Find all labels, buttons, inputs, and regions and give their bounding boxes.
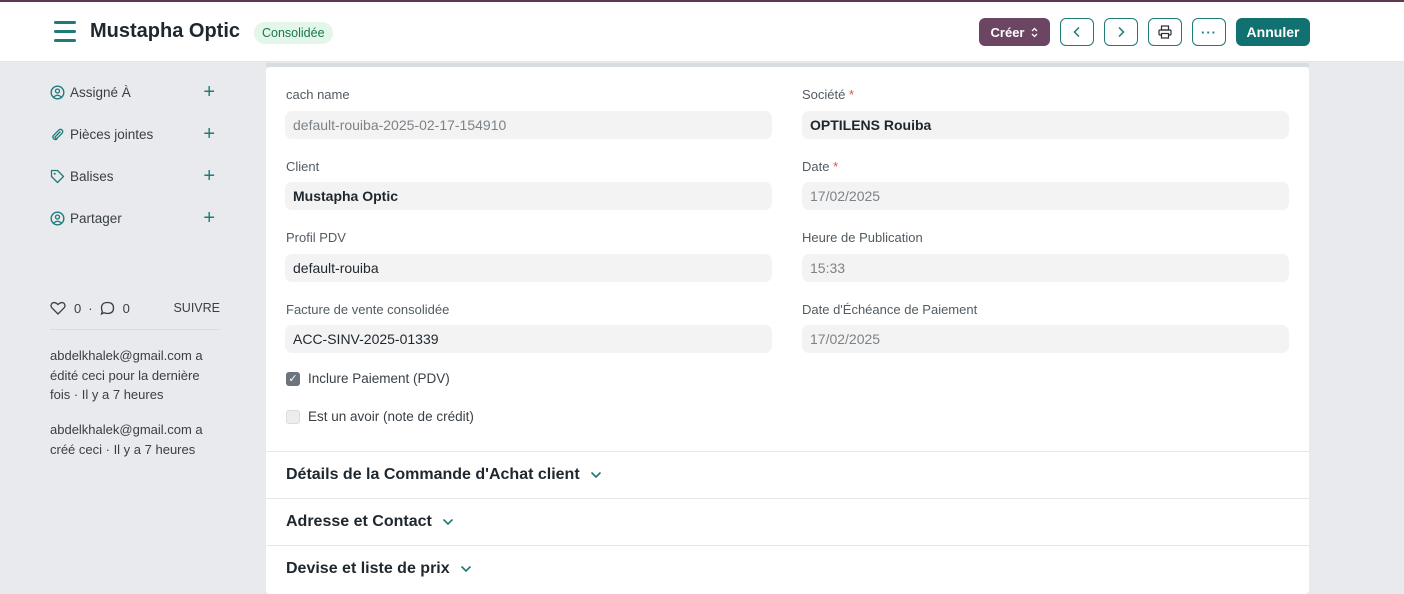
profil-pdv-label: Profil PDV — [286, 230, 346, 245]
status-badge: Consolidée — [254, 22, 333, 44]
menu-icon[interactable] — [54, 21, 76, 43]
section-adresse-contact[interactable]: Adresse et Contact — [266, 498, 1309, 545]
more-options-button[interactable]: ··· — [1192, 18, 1226, 46]
section-commande-achat[interactable]: Détails de la Commande d'Achat client — [266, 451, 1309, 498]
section-title: Détails de la Commande d'Achat client — [286, 466, 580, 483]
comments-count: 0 — [122, 300, 130, 316]
section-title: Adresse et Contact — [286, 513, 432, 530]
date-label: Date * — [802, 159, 838, 174]
facture-consolidee-field[interactable]: ACC-SINV-2025-01339 — [285, 325, 772, 353]
add-share-icon[interactable]: + — [203, 208, 215, 228]
activity-item: abdelkhalek@gmail.com a édité ceci pour … — [50, 348, 203, 402]
chevron-down-icon — [460, 565, 472, 573]
add-attachment-icon[interactable]: + — [203, 124, 215, 144]
chevron-down-icon — [590, 471, 602, 479]
updown-icon — [1031, 27, 1038, 38]
share-icon — [50, 210, 65, 226]
client-label: Client — [286, 159, 320, 174]
societe-label: Société * — [802, 87, 854, 102]
sidebar-item-attachments[interactable]: Pièces jointes + — [50, 124, 220, 144]
likes-comments-row: 0 · 0 SUIVRE — [50, 298, 220, 318]
sidebar-divider — [50, 329, 220, 330]
add-assign-icon[interactable]: + — [203, 82, 215, 102]
required-marker: * — [833, 159, 839, 174]
paperclip-icon — [50, 127, 65, 142]
checkbox-checked-icon[interactable]: ✓ — [286, 371, 300, 386]
cancel-button[interactable]: Annuler — [1236, 18, 1310, 46]
facture-consolidee-label: Facture de vente consolidée — [286, 302, 450, 317]
sidebar-item-label: Pièces jointes — [70, 126, 154, 142]
assign-icon — [50, 84, 65, 100]
est-avoir-row[interactable]: Est un avoir (note de crédit) — [286, 409, 474, 424]
likes-count: 0 — [74, 300, 82, 316]
sidebar-item-label: Partager — [70, 210, 122, 226]
chevron-left-icon — [1073, 26, 1080, 38]
cach-name-label: cach name — [286, 87, 350, 102]
checkbox-unchecked-icon[interactable] — [286, 409, 300, 424]
profil-pdv-field[interactable]: default-rouiba — [285, 254, 772, 282]
chevron-down-icon — [442, 518, 454, 526]
add-tag-icon[interactable]: + — [203, 166, 215, 186]
sidebar-item-assign[interactable]: Assigné À + — [50, 82, 220, 102]
follow-button[interactable]: SUIVRE — [173, 301, 220, 315]
sidebar-item-share[interactable]: Partager + — [50, 208, 220, 228]
sidebar: Assigné À + Pièces jointes + Balises + P… — [0, 63, 250, 594]
page-header: Mustapha Optic Consolidée Créer ··· Annu… — [0, 2, 1404, 62]
client-field[interactable]: Mustapha Optic — [285, 182, 772, 210]
printer-icon — [1158, 25, 1172, 39]
date-label-text: Date — [802, 159, 830, 174]
heart-icon[interactable] — [50, 301, 66, 315]
heure-publication-label: Heure de Publication — [802, 230, 923, 245]
sidebar-item-label: Balises — [70, 168, 114, 184]
date-field[interactable]: 17/02/2025 — [802, 182, 1289, 210]
create-button-label: Créer — [990, 24, 1025, 40]
est-avoir-label: Est un avoir (note de crédit) — [308, 409, 474, 424]
tag-icon — [50, 169, 65, 184]
activity-item: abdelkhalek@gmail.com a créé ceci · Il y… — [50, 422, 203, 457]
inclure-paiement-row[interactable]: ✓ Inclure Paiement (PDV) — [286, 371, 450, 386]
cach-name-field: default-rouiba-2025-02-17-154910 — [285, 111, 772, 139]
societe-field[interactable]: OPTILENS Rouiba — [802, 111, 1289, 139]
previous-button[interactable] — [1060, 18, 1094, 46]
section-devise-prix[interactable]: Devise et liste de prix — [266, 545, 1309, 592]
comment-icon[interactable] — [100, 301, 115, 316]
sidebar-item-tags[interactable]: Balises + — [50, 166, 220, 186]
next-button[interactable] — [1104, 18, 1138, 46]
heure-publication-field[interactable]: 15:33 — [802, 254, 1289, 282]
required-marker: * — [849, 87, 855, 102]
separator-dot: · — [88, 300, 93, 316]
date-echeance-field[interactable]: 17/02/2025 — [802, 325, 1289, 353]
inclure-paiement-label: Inclure Paiement (PDV) — [308, 371, 450, 386]
create-button[interactable]: Créer — [979, 18, 1050, 46]
date-echeance-label: Date d'Échéance de Paiement — [802, 302, 978, 317]
section-title: Devise et liste de prix — [286, 560, 450, 577]
sidebar-item-label: Assigné À — [70, 84, 131, 100]
chevron-right-icon — [1118, 26, 1125, 38]
print-button[interactable] — [1148, 18, 1182, 46]
societe-label-text: Société — [802, 87, 846, 102]
page-title: Mustapha Optic — [90, 20, 241, 42]
